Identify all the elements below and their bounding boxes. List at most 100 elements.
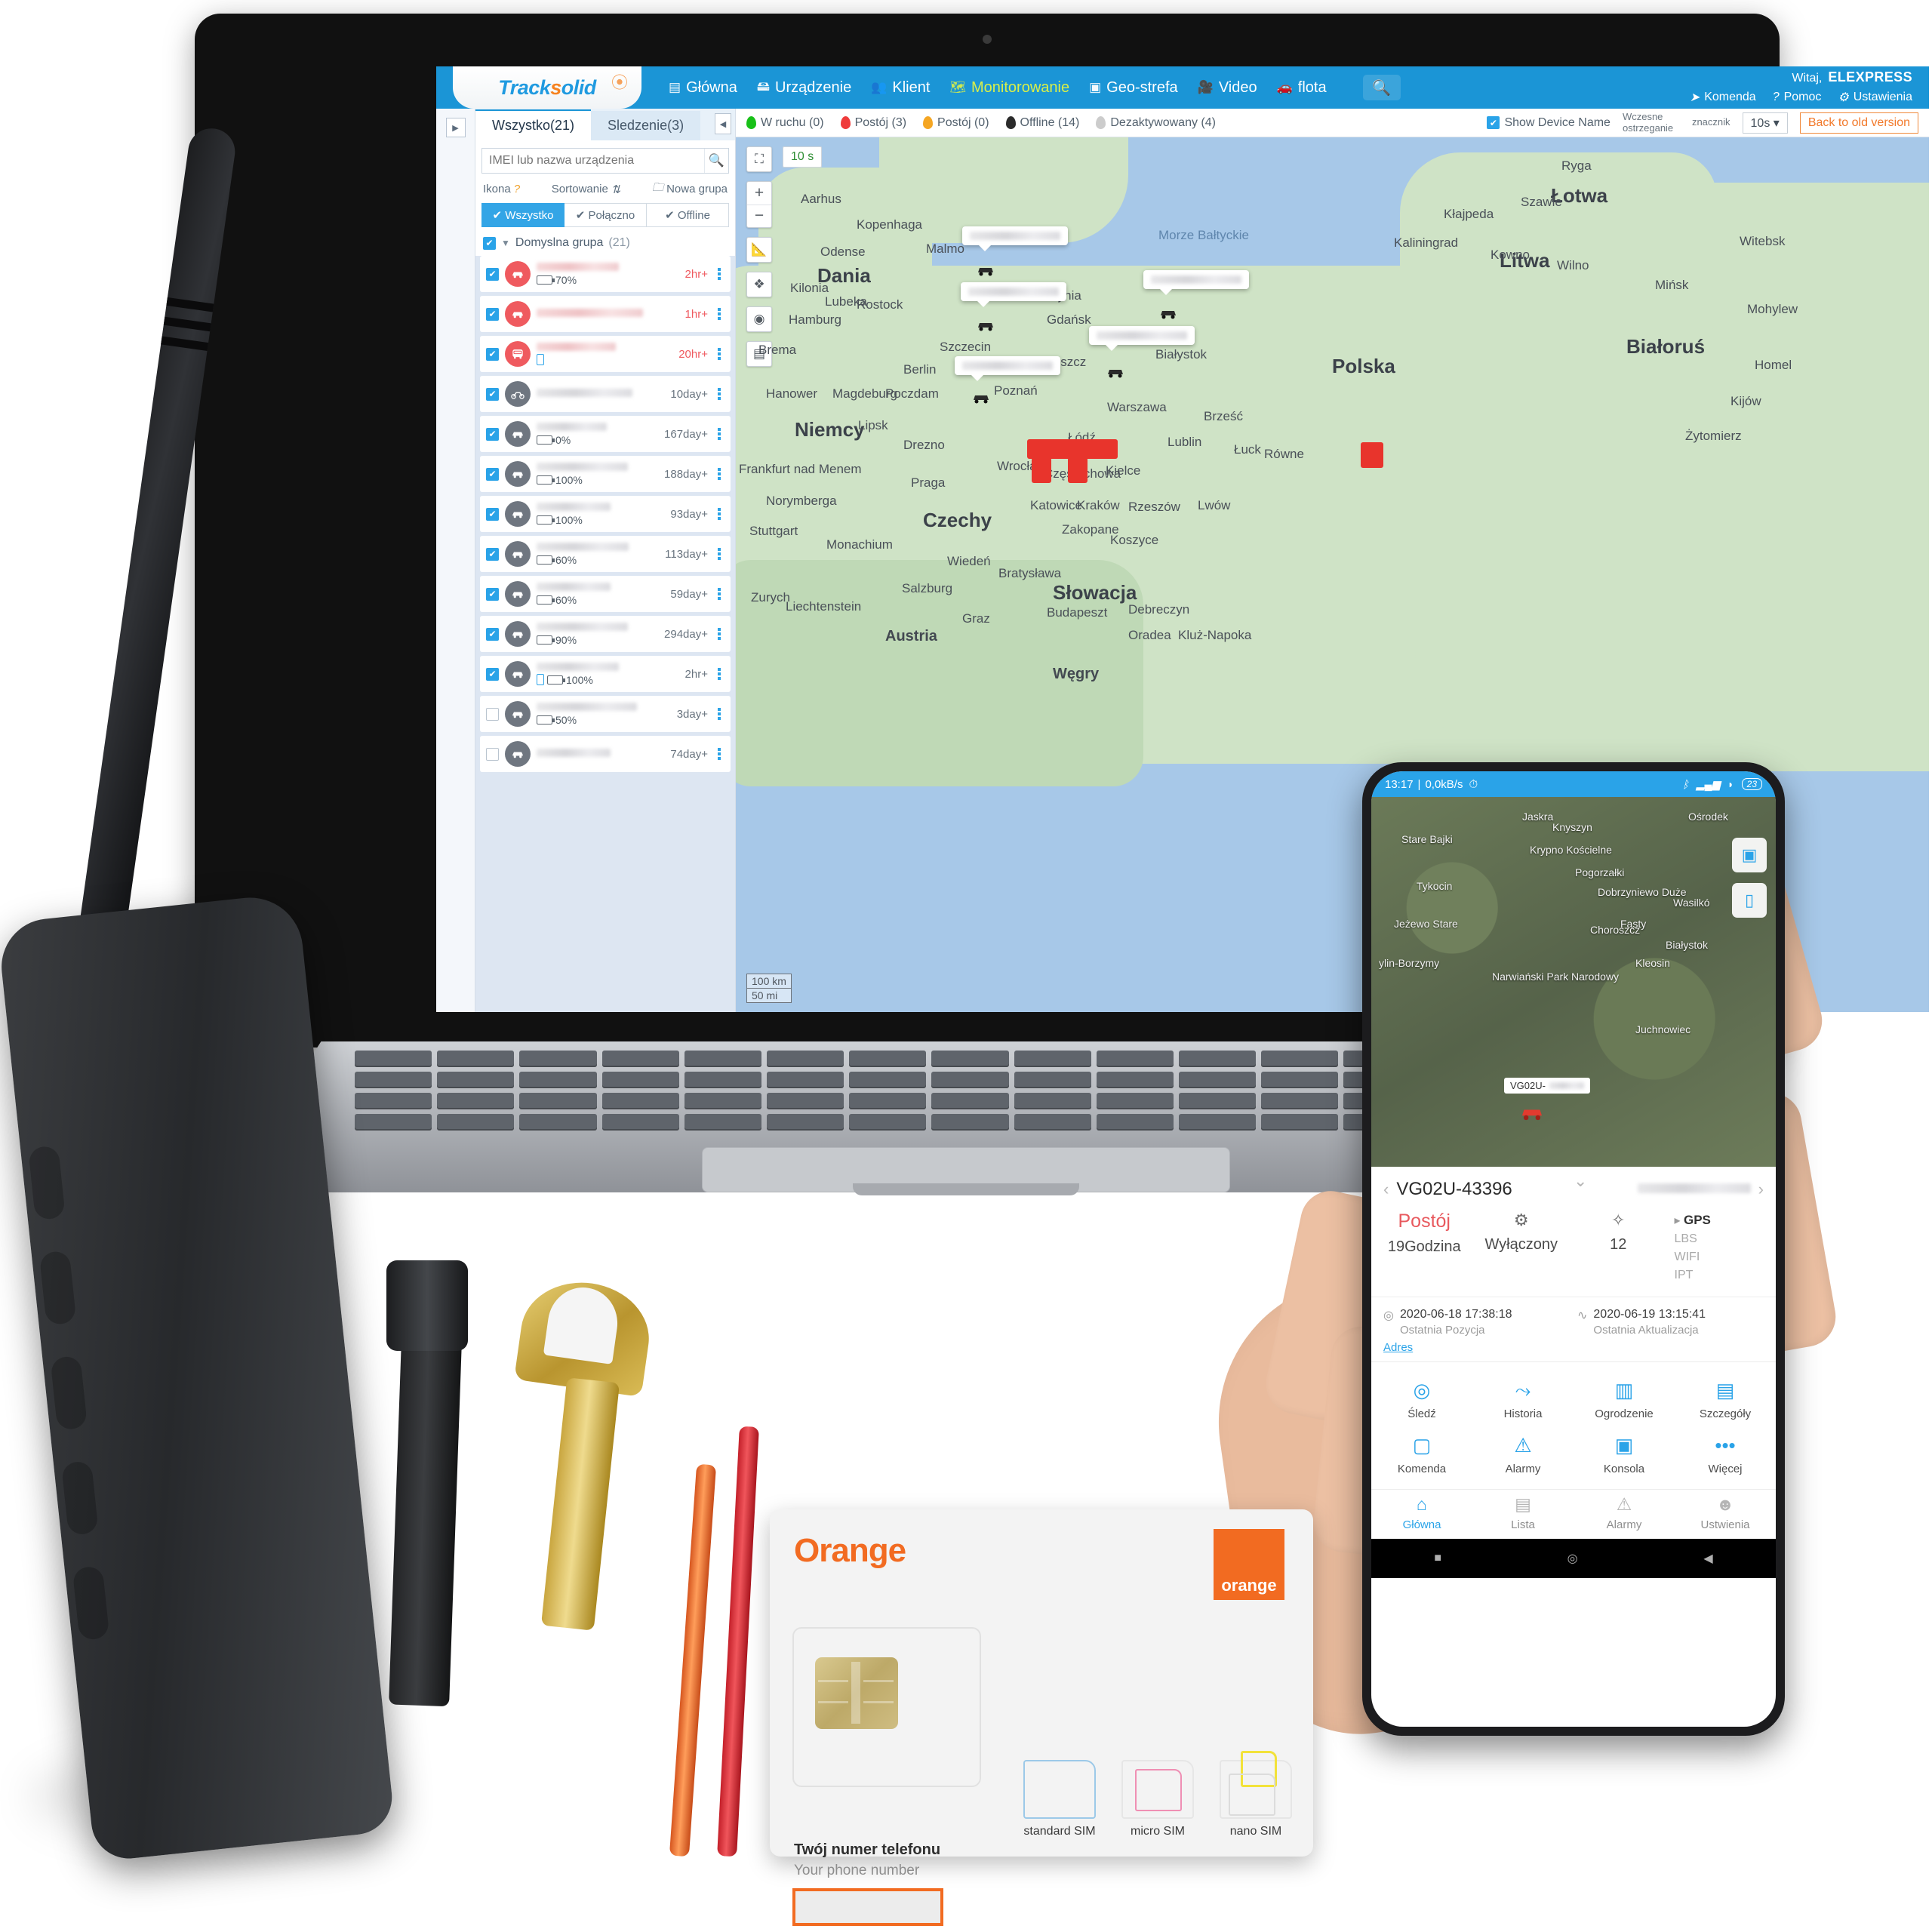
circle-icon[interactable]: ◎	[1567, 1551, 1578, 1566]
device-list-item[interactable]: ✔ 60% 113day+	[480, 536, 731, 572]
keyboard-key[interactable]	[1178, 1093, 1257, 1109]
device-menu-button[interactable]	[714, 548, 724, 560]
status-postoj-orange[interactable]: Postój (0)	[923, 116, 989, 130]
device-menu-button[interactable]	[714, 268, 724, 280]
keyboard-key[interactable]	[519, 1072, 597, 1088]
marker-menu[interactable]: znacznik	[1692, 116, 1730, 128]
map-callout[interactable]	[1089, 326, 1195, 351]
device-menu-button[interactable]	[714, 508, 724, 520]
device-checkbox[interactable]	[486, 707, 499, 721]
chevron-down-icon[interactable]: ⌄	[1574, 1171, 1587, 1191]
keyboard-key[interactable]	[684, 1114, 761, 1131]
filter-polaczno[interactable]: ✔ Połączno	[565, 203, 647, 227]
keyboard-key[interactable]	[849, 1114, 927, 1131]
vehicle-marker[interactable]	[976, 262, 995, 277]
chevron-right-icon[interactable]: ›	[1758, 1180, 1764, 1199]
square-icon[interactable]: ■	[1434, 1552, 1441, 1565]
phone-action-alarmy[interactable]: ⚠ Alarmy	[1472, 1428, 1574, 1483]
device-list-item[interactable]: ✔ 20hr+	[480, 336, 731, 372]
status-dezaktywowany[interactable]: Dezaktywowany (4)	[1096, 116, 1216, 130]
device-checkbox[interactable]: ✔	[486, 307, 499, 321]
device-menu-button[interactable]	[714, 708, 724, 720]
group-checkbox[interactable]: ✔	[483, 236, 496, 250]
vehicle-marker[interactable]	[1158, 305, 1178, 320]
keyboard-key[interactable]	[1096, 1051, 1174, 1067]
header-link-pomoc[interactable]: ? Pomoc	[1773, 90, 1822, 105]
device-list-item[interactable]: ✔ 90% 294day+	[480, 616, 731, 652]
device-checkbox[interactable]: ✔	[486, 427, 499, 441]
phone-tab-główna[interactable]: ⌂ Główna	[1371, 1496, 1472, 1532]
back-to-old-version-button[interactable]: Back to old version	[1799, 112, 1918, 134]
vehicle-marker[interactable]	[1106, 364, 1125, 379]
group-row[interactable]: ✔ ▼ Domyslna grupa (21)	[475, 233, 735, 256]
device-menu-button[interactable]	[714, 348, 724, 360]
nav-item-monitorowanie[interactable]: 🗺 Monitorowanie	[949, 79, 1069, 97]
device-list-item[interactable]: ✔ 100% 93day+	[480, 496, 731, 532]
search-input[interactable]	[482, 149, 704, 173]
phone-action-śledź[interactable]: ◎ Śledź	[1371, 1373, 1472, 1428]
device-checkbox[interactable]: ✔	[486, 547, 499, 561]
tab-wszystko[interactable]: Wszystko(21)	[475, 109, 592, 140]
phone-tab-lista[interactable]: ▤ Lista	[1472, 1496, 1574, 1532]
nav-item-geostrefa[interactable]: ▣ Geo-strefa	[1089, 79, 1178, 97]
keyboard-key[interactable]	[684, 1051, 761, 1067]
keyboard-key[interactable]	[766, 1093, 844, 1109]
keyboard-key[interactable]	[437, 1051, 515, 1067]
vehicle-marker[interactable]	[976, 317, 995, 332]
keyboard-key[interactable]	[355, 1051, 432, 1067]
device-list-item[interactable]: ✔ 100% 2hr+	[480, 656, 731, 692]
phone-tab-ustwienia[interactable]: ☻ Ustwienia	[1675, 1496, 1776, 1532]
status-postoj-red[interactable]: Postój (3)	[840, 116, 906, 130]
phone-action-ogrodzenie[interactable]: ▥ Ogrodzenie	[1574, 1373, 1675, 1428]
keyboard-key[interactable]	[601, 1093, 679, 1109]
phone-map-device-chip[interactable]: VG02U-	[1504, 1078, 1590, 1094]
map-type-icon[interactable]: ▣	[1732, 838, 1767, 872]
keyboard-key[interactable]	[931, 1051, 1009, 1067]
keyboard-key[interactable]	[437, 1093, 515, 1109]
device-checkbox[interactable]: ✔	[486, 507, 499, 521]
map-callout[interactable]	[1143, 270, 1249, 295]
vehicle-marker[interactable]	[1519, 1102, 1545, 1121]
street-view-icon[interactable]: ◉	[746, 306, 772, 332]
device-checkbox[interactable]: ✔	[486, 347, 499, 361]
keyboard-key[interactable]	[931, 1072, 1009, 1088]
cluster-marker[interactable]	[1068, 457, 1088, 483]
device-menu-button[interactable]	[714, 588, 724, 600]
device-list-item[interactable]: 74day+	[480, 736, 731, 772]
phone-action-szczegóły[interactable]: ▤ Szczegóły	[1675, 1373, 1776, 1428]
expand-rail-button[interactable]: ▶	[445, 118, 466, 137]
early-warning-menu[interactable]: Wczesne ostrzeganie	[1623, 111, 1680, 134]
keyboard-key[interactable]	[1178, 1072, 1257, 1088]
new-group-button[interactable]: 🗀 Nowa grupa	[652, 180, 728, 198]
phone-action-więcej[interactable]: ••• Więcej	[1675, 1428, 1776, 1483]
device-list-item[interactable]: ✔ 60% 59day+	[480, 576, 731, 612]
device-menu-button[interactable]	[714, 428, 724, 440]
keyboard-key[interactable]	[1261, 1072, 1339, 1088]
device-checkbox[interactable]: ✔	[486, 627, 499, 641]
nav-item-flota[interactable]: 🚗 flota	[1277, 79, 1327, 97]
nav-item-urzadzenie[interactable]: 🖴 Urządzenie	[757, 77, 851, 99]
keyboard-key[interactable]	[766, 1051, 844, 1067]
back-triangle-icon[interactable]: ◀	[1703, 1551, 1712, 1566]
keyboard-key[interactable]	[1096, 1114, 1174, 1131]
keyboard-key[interactable]	[1014, 1072, 1091, 1088]
device-menu-button[interactable]	[714, 628, 724, 640]
zoom-in-icon[interactable]: +	[747, 182, 771, 205]
device-menu-button[interactable]	[714, 308, 724, 320]
keyboard-key[interactable]	[1014, 1114, 1091, 1131]
keyboard-key[interactable]	[849, 1072, 927, 1088]
chevron-left-icon[interactable]: ‹	[1383, 1180, 1389, 1199]
keyboard-key[interactable]	[1261, 1093, 1339, 1109]
keyboard-key[interactable]	[1096, 1093, 1174, 1109]
keyboard-key[interactable]	[519, 1114, 597, 1131]
device-list-item[interactable]: ✔ 70% 2hr+	[480, 256, 731, 292]
keyboard-key[interactable]	[849, 1051, 927, 1067]
filter-offline[interactable]: ✔ Offline	[647, 203, 729, 227]
keyboard-key[interactable]	[1096, 1072, 1174, 1088]
header-link-ustawienia[interactable]: ⚙ Ustawienia	[1838, 90, 1912, 105]
device-list-item[interactable]: ✔ 1hr+	[480, 296, 731, 332]
map-callout[interactable]	[955, 356, 1060, 381]
phone-action-konsola[interactable]: ▣ Konsola	[1574, 1428, 1675, 1483]
collapse-sidebar-button[interactable]: ◀	[715, 113, 731, 134]
device-menu-button[interactable]	[714, 668, 724, 680]
